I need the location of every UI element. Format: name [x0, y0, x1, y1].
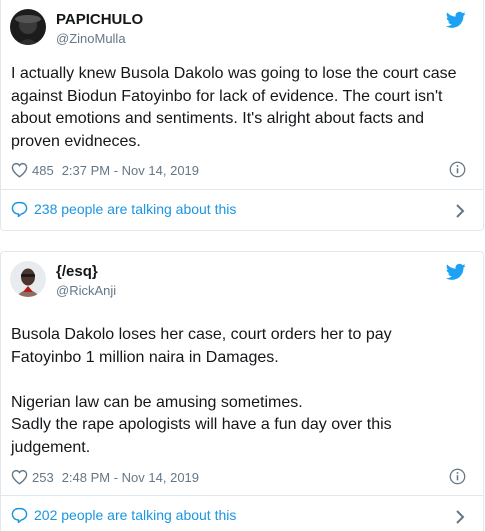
divider: [1, 189, 483, 190]
divider: [1, 495, 483, 496]
info-icon[interactable]: [449, 161, 466, 178]
tweet-text: I actually knew Busola Dakolo was going …: [11, 65, 457, 150]
tweet-meta: 253 2:48 PM - Nov 14, 2019: [11, 467, 199, 487]
conversation-link[interactable]: 238 people are talking about this: [11, 201, 236, 217]
comment-bubble-icon: [11, 507, 28, 523]
twitter-logo-icon[interactable]: [446, 11, 466, 29]
conversation-label[interactable]: 202 people are talking about this: [34, 507, 236, 523]
tweet-card: {/esq} @RickAnji Busola Dakolo loses her…: [0, 251, 484, 531]
timestamp[interactable]: 2:37 PM - Nov 14, 2019: [62, 163, 199, 178]
heart-icon[interactable]: [11, 469, 28, 485]
user-handle[interactable]: @ZinoMulla: [56, 31, 126, 46]
twitter-logo-icon[interactable]: [446, 263, 466, 281]
heart-icon[interactable]: [11, 162, 28, 178]
avatar[interactable]: [10, 9, 46, 45]
conversation-link[interactable]: 202 people are talking about this: [11, 507, 236, 523]
tweet-card: PAPICHULO @ZinoMulla I actually knew Bus…: [0, 0, 484, 231]
like-count[interactable]: 485: [32, 163, 54, 178]
chevron-right-icon[interactable]: [455, 204, 465, 218]
info-icon[interactable]: [449, 468, 466, 485]
tweet-meta: 485 2:37 PM - Nov 14, 2019: [11, 160, 199, 180]
display-name[interactable]: PAPICHULO: [56, 11, 143, 28]
conversation-label[interactable]: 238 people are talking about this: [34, 201, 236, 217]
avatar[interactable]: [10, 261, 46, 297]
timestamp[interactable]: 2:48 PM - Nov 14, 2019: [62, 470, 199, 485]
display-name[interactable]: {/esq}: [56, 263, 98, 280]
like-count[interactable]: 253: [32, 470, 54, 485]
chevron-right-icon[interactable]: [455, 510, 465, 524]
tweet-text: Busola Dakolo loses her case, court orde…: [11, 326, 392, 456]
user-handle[interactable]: @RickAnji: [56, 283, 116, 298]
comment-bubble-icon: [11, 201, 28, 217]
